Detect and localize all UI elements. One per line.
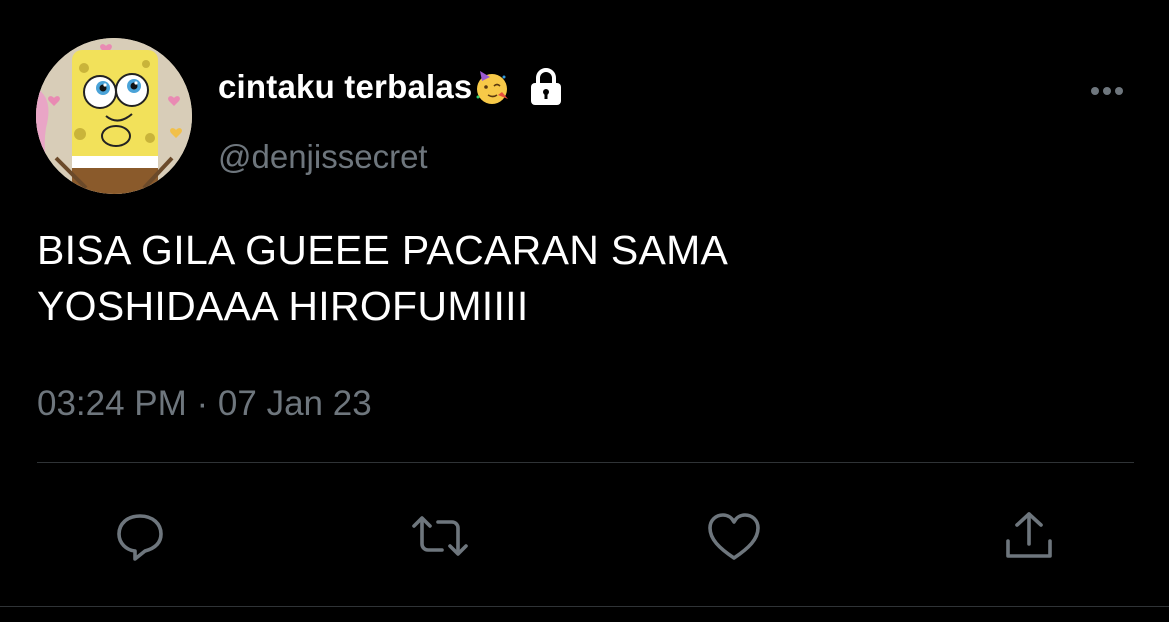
like-button[interactable] [704,506,764,566]
retweet-button[interactable] [410,506,470,566]
display-name-row: cintaku terbalas [218,64,566,110]
user-handle[interactable]: @denjissecret [218,138,428,176]
partying-face-emoji-icon [472,67,512,107]
share-icon [1006,512,1052,558]
more-horizontal-icon[interactable] [1084,76,1130,106]
lock-icon [526,66,566,108]
divider [37,462,1134,463]
reply-button[interactable] [110,506,170,566]
display-name[interactable]: cintaku terbalas [218,68,472,106]
reply-icon [117,514,163,561]
avatar-image [36,38,192,194]
tweet-detail: cintaku terbalas @denjissecret BISA GILA… [0,0,1169,622]
tweet-text-line: BISA GILA GUEEE PACARAN SAMA [37,227,729,273]
tweet-text-line: YOSHIDAAA HIROFUMIIII [37,283,529,329]
retweet-icon [412,516,468,556]
tweet-timestamp[interactable]: 03:24 PM · 07 Jan 23 [37,384,372,424]
share-button[interactable] [999,506,1059,566]
avatar[interactable] [36,38,192,194]
tweet-text: BISA GILA GUEEE PACARAN SAMA YOSHIDAAA H… [37,222,1037,334]
like-heart-icon [708,513,760,560]
bottom-divider [0,606,1169,607]
